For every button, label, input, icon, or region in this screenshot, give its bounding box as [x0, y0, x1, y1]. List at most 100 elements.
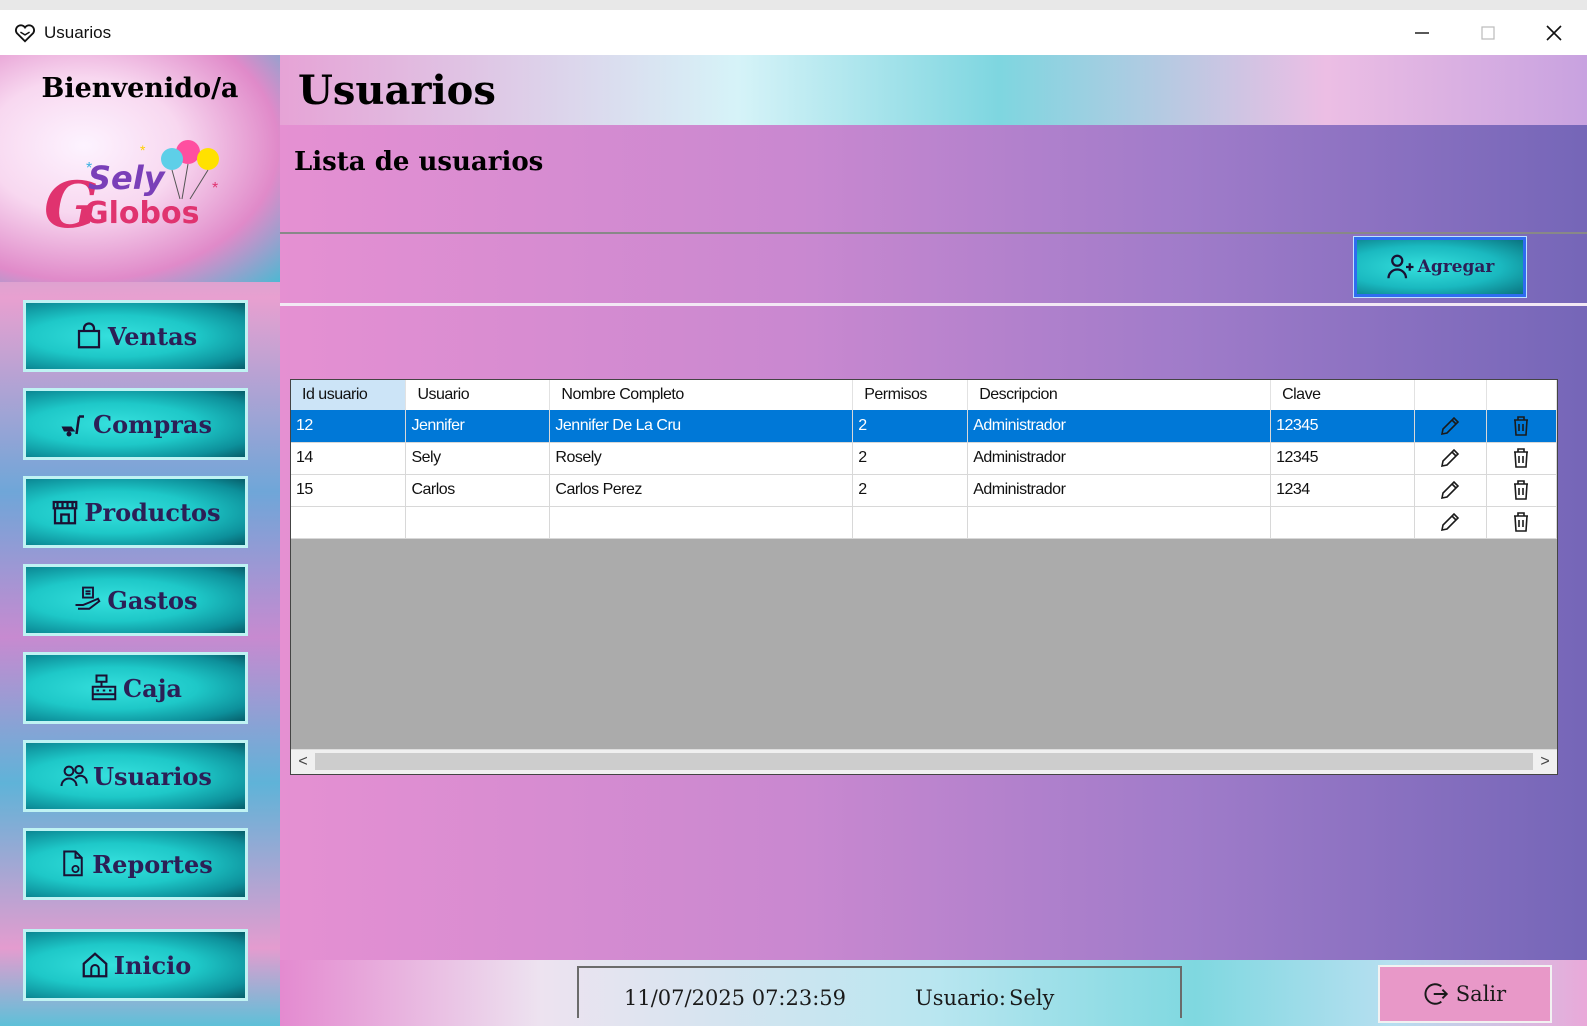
table-row[interactable]: 14 Sely Rosely 2 Administrador 12345 [291, 442, 1557, 475]
pencil-icon [1441, 512, 1460, 532]
nav-button-reportes[interactable]: Reportes [23, 828, 248, 900]
add-user-icon [1387, 254, 1414, 279]
window-titlebar: Usuarios [0, 0, 1587, 55]
cell-clave[interactable]: 1234 [1270, 474, 1415, 507]
column-header-descripcion[interactable]: Descripcion [967, 380, 1272, 410]
exit-label: Salir [1455, 982, 1507, 1006]
scroll-right-button[interactable]: > [1533, 750, 1557, 774]
nav-label-inicio: Inicio [113, 950, 192, 980]
user-value: Sely [1009, 986, 1055, 1010]
close-icon [1546, 25, 1562, 41]
sely-globos-logo: G Sely Globos * * * [44, 140, 219, 237]
column-header-id[interactable]: Id usuario [291, 380, 407, 410]
nav-button-caja[interactable]: Caja [23, 652, 248, 724]
table-row[interactable]: 15 Carlos Carlos Perez 2 Administrador 1… [291, 474, 1557, 507]
cell-clave[interactable]: 12345 [1270, 410, 1415, 443]
store-icon [53, 500, 78, 525]
minimize-button[interactable] [1389, 18, 1455, 48]
trash-icon [1514, 415, 1529, 436]
nav-button-compras[interactable]: Compras [23, 388, 248, 460]
pencil-icon [1441, 416, 1460, 435]
user-label: Usuario: [915, 986, 1006, 1010]
delete-button[interactable] [1486, 410, 1557, 443]
svg-text:*: * [212, 180, 218, 197]
cell-clave[interactable] [1270, 506, 1415, 539]
delete-button[interactable] [1486, 442, 1557, 475]
table-row[interactable]: 12 Jennifer Jennifer De La Cru 2 Adminis… [291, 410, 1557, 443]
cell-nombre[interactable]: Carlos Perez [549, 474, 854, 507]
cell-nombre[interactable] [549, 506, 854, 539]
column-header-nombre[interactable]: Nombre Completo [549, 380, 854, 410]
edit-button[interactable] [1414, 442, 1487, 475]
status-box: 11/07/2025 07:23:59 Usuario: Sely [577, 966, 1182, 1018]
trash-icon [1514, 480, 1529, 500]
edit-button[interactable] [1414, 410, 1487, 443]
main-panel: Lista de usuarios Agregar Id usuario Usu… [280, 125, 1587, 960]
column-header-permisos[interactable]: Permisos [852, 380, 969, 410]
cell-usuario[interactable]: Jennifer [405, 410, 551, 443]
pencil-icon [1441, 480, 1460, 500]
column-header-clave[interactable]: Clave [1270, 380, 1415, 410]
cell-permisos[interactable] [852, 506, 969, 539]
column-header-delete[interactable] [1486, 380, 1557, 410]
nav-button-gastos[interactable]: Gastos [23, 564, 248, 636]
page-title: Usuarios [298, 67, 496, 114]
pencil-icon [1441, 448, 1460, 468]
list-title: Lista de usuarios [294, 147, 544, 177]
svg-text:*: * [140, 142, 146, 158]
svg-text:*: * [86, 160, 92, 177]
nav-button-inicio[interactable]: Inicio [23, 929, 248, 1001]
cell-usuario[interactable] [405, 506, 551, 539]
cell-permisos[interactable]: 2 [852, 442, 969, 475]
window-title: Usuarios [44, 22, 112, 42]
maximize-icon [1481, 26, 1495, 40]
logo-text-bottom: Globos [84, 196, 199, 231]
cell-permisos[interactable]: 2 [852, 474, 969, 507]
edit-button[interactable] [1414, 506, 1487, 539]
scrollbar-thumb[interactable] [315, 753, 1533, 770]
minimize-icon [1415, 32, 1429, 34]
cell-id[interactable] [291, 506, 407, 539]
welcome-text: Bienvenido/a [41, 73, 239, 104]
column-header-edit[interactable] [1414, 380, 1487, 410]
delete-button[interactable] [1486, 474, 1557, 507]
cell-usuario[interactable]: Carlos [405, 474, 551, 507]
logo-text-top: Sely [88, 159, 166, 197]
sidebar-header: Bienvenido/a G Sely Globos * * * [0, 55, 280, 282]
cell-descripcion[interactable]: Administrador [967, 410, 1272, 443]
cell-id[interactable]: 14 [291, 442, 407, 475]
cell-usuario[interactable]: Sely [405, 442, 551, 475]
scroll-left-button[interactable]: < [291, 750, 315, 774]
users-table[interactable]: Id usuario Usuario Nombre Completo Permi… [290, 379, 1558, 775]
cell-id[interactable]: 15 [291, 474, 407, 507]
status-bar: 11/07/2025 07:23:59 Usuario: Sely Salir [280, 960, 1587, 1026]
nav-button-productos[interactable]: Productos [23, 476, 248, 548]
divider [280, 303, 1587, 306]
cell-clave[interactable]: 12345 [1270, 442, 1415, 475]
table-row-new[interactable] [291, 506, 1557, 539]
trash-icon [1514, 448, 1529, 468]
add-user-button[interactable]: Agregar [1353, 236, 1527, 298]
edit-button[interactable] [1414, 474, 1487, 507]
delete-button[interactable] [1486, 506, 1557, 539]
exit-button[interactable]: Salir [1378, 965, 1552, 1023]
column-header-usuario[interactable]: Usuario [405, 380, 551, 410]
nav-button-usuarios[interactable]: Usuarios [23, 740, 248, 812]
cell-permisos[interactable]: 2 [852, 410, 969, 443]
close-button[interactable] [1521, 18, 1587, 48]
nav-button-ventas[interactable]: Ventas [23, 300, 248, 372]
nav-label-gastos: Gastos [107, 585, 198, 615]
cell-descripcion[interactable]: Administrador [967, 474, 1272, 507]
horizontal-scrollbar[interactable]: < > [291, 749, 1557, 774]
app-heart-icon [15, 23, 35, 43]
hand-receipt-icon [75, 586, 101, 610]
cell-id[interactable]: 12 [291, 410, 407, 443]
logout-icon [1424, 983, 1448, 1005]
cell-descripcion[interactable]: Administrador [967, 442, 1272, 475]
page-header: Usuarios [280, 55, 1587, 125]
cell-nombre[interactable]: Rosely [549, 442, 854, 475]
maximize-button[interactable] [1455, 18, 1521, 48]
cell-nombre[interactable]: Jennifer De La Cru [549, 410, 854, 443]
cell-descripcion[interactable] [967, 506, 1272, 539]
report-icon [63, 850, 83, 877]
